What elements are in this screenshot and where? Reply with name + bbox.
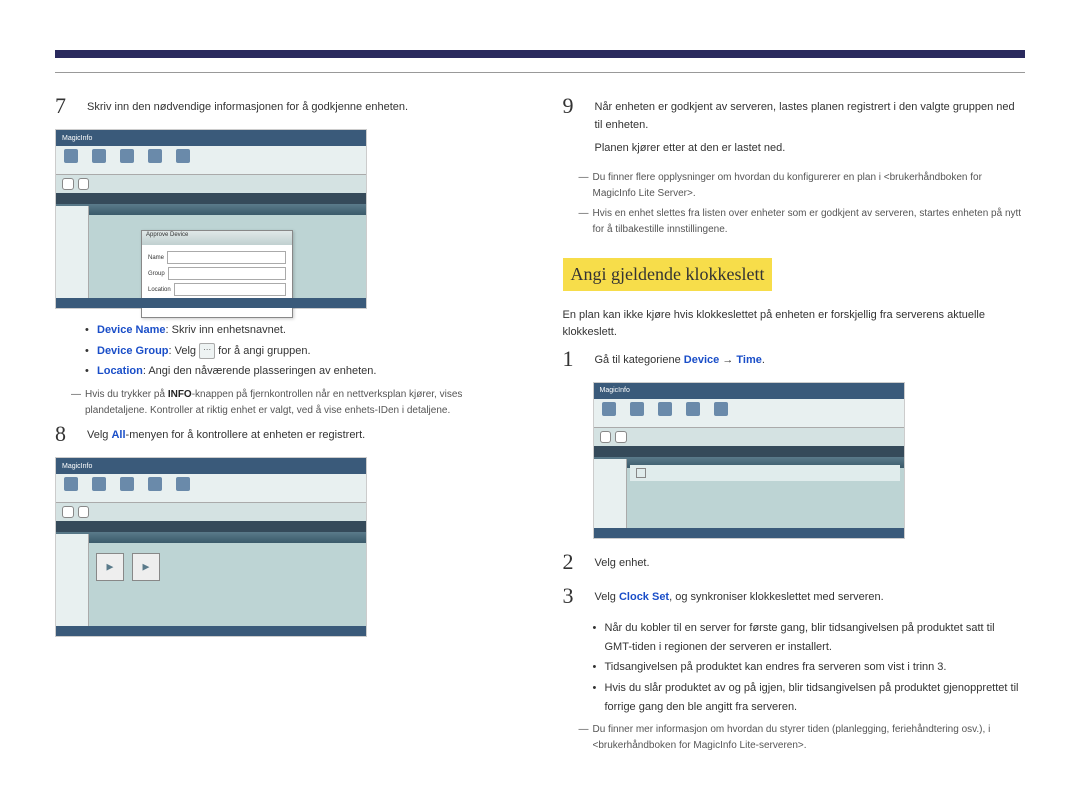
- right-column: 9 Når enheten er godkjent av serveren, l…: [563, 95, 1026, 758]
- note-info-button: Hvis du trykker på INFO-knappen på fjern…: [55, 387, 518, 419]
- dialog-field: [167, 251, 286, 264]
- page-header-rule: [55, 50, 1025, 73]
- step-1-time: 1 Gå til kategoriene Device → Time.: [563, 348, 1026, 370]
- pill: [62, 506, 74, 518]
- app-logo: MagicInfo: [62, 135, 92, 142]
- app-logo: MagicInfo: [62, 463, 92, 470]
- keyword: Location: [97, 365, 143, 377]
- app-logo: MagicInfo: [600, 387, 630, 394]
- screenshot-approve-device: MagicInfo Approve Device Name Group Loca…: [55, 129, 367, 309]
- bullet: Hvis du slår produktet av og på igjen, b…: [593, 679, 1026, 716]
- keyword: Device Name: [97, 324, 166, 336]
- generic-icon: [658, 402, 672, 416]
- section-heading: Angi gjeldende klokkeslett: [563, 258, 773, 291]
- step-number: 9: [563, 95, 583, 117]
- pill: [615, 431, 627, 443]
- bullet-device-group: Device Group: Velg ⋯ for å angi gruppen.: [85, 342, 518, 361]
- bullet-device-name: Device Name: Skriv inn enhetsnavnet.: [85, 321, 518, 340]
- pill: [78, 506, 90, 518]
- step-number: 3: [563, 585, 583, 607]
- generic-icon: [602, 402, 616, 416]
- screenshot-device-time: MagicInfo: [593, 382, 905, 539]
- generic-icon: [176, 149, 190, 163]
- bullet: Tidsangivelsen på produktet kan endres f…: [593, 658, 1026, 677]
- step-3-time: 3 Velg Clock Set, og synkroniser klokkes…: [563, 585, 1026, 607]
- screenshot-all-devices: MagicInfo: [55, 457, 367, 637]
- note-time-management: Du finner mer informasjon om hvordan du …: [563, 722, 1026, 754]
- step-7: 7 Skriv inn den nødvendige informasjonen…: [55, 95, 518, 117]
- step-text: Gå til kategoriene Device → Time.: [595, 348, 1026, 370]
- pill: [62, 178, 74, 190]
- step-2-time: 2 Velg enhet.: [563, 551, 1026, 573]
- device-thumb: [132, 553, 160, 581]
- keyword: Device Group: [97, 345, 169, 357]
- note-plan-config: Du finner flere opplysninger om hvordan …: [563, 170, 1026, 202]
- step-text: Velg Clock Set, og synkroniser klokkesle…: [595, 585, 1026, 607]
- pill: [600, 431, 612, 443]
- generic-icon: [686, 402, 700, 416]
- generic-icon: [714, 402, 728, 416]
- step-7-bullets: Device Name: Skriv inn enhetsnavnet. Dev…: [85, 321, 518, 381]
- bullet: Når du kobler til en server for første g…: [593, 619, 1026, 656]
- generic-icon: [64, 477, 78, 491]
- generic-icon: [148, 477, 162, 491]
- note-device-delete: Hvis en enhet slettes fra listen over en…: [563, 206, 1026, 238]
- two-column-layout: 7 Skriv inn den nødvendige informasjonen…: [55, 95, 1025, 758]
- pill: [78, 178, 90, 190]
- generic-icon: [176, 477, 190, 491]
- generic-icon: [92, 477, 106, 491]
- device-thumb: [96, 553, 124, 581]
- step-text: Velg All-menyen for å kontrollere at enh…: [87, 423, 518, 445]
- step-number: 2: [563, 551, 583, 573]
- generic-icon: [120, 477, 134, 491]
- intro-text: En plan kan ikke kjøre hvis klokkeslette…: [563, 307, 1026, 342]
- bullet-location: Location: Angi den nåværende plasseringe…: [85, 362, 518, 381]
- generic-icon: [120, 149, 134, 163]
- step-9: 9 Når enheten er godkjent av serveren, l…: [563, 95, 1026, 158]
- dialog-title: Approve Device: [142, 231, 292, 245]
- generic-icon: [148, 149, 162, 163]
- step-number: 8: [55, 423, 75, 445]
- step-number: 7: [55, 95, 75, 117]
- step-3-bullets: Når du kobler til en server for første g…: [593, 619, 1026, 716]
- step-number: 1: [563, 348, 583, 370]
- step-text: Når enheten er godkjent av serveren, las…: [595, 95, 1026, 158]
- browse-icon: ⋯: [199, 343, 215, 359]
- dialog-field: [174, 283, 286, 296]
- step-text: Velg enhet.: [595, 551, 1026, 573]
- generic-icon: [630, 402, 644, 416]
- step-text: Skriv inn den nødvendige informasjonen f…: [87, 95, 518, 117]
- step-8: 8 Velg All-menyen for å kontrollere at e…: [55, 423, 518, 445]
- left-column: 7 Skriv inn den nødvendige informasjonen…: [55, 95, 518, 758]
- generic-icon: [64, 149, 78, 163]
- dialog-field: [168, 267, 286, 280]
- generic-icon: [92, 149, 106, 163]
